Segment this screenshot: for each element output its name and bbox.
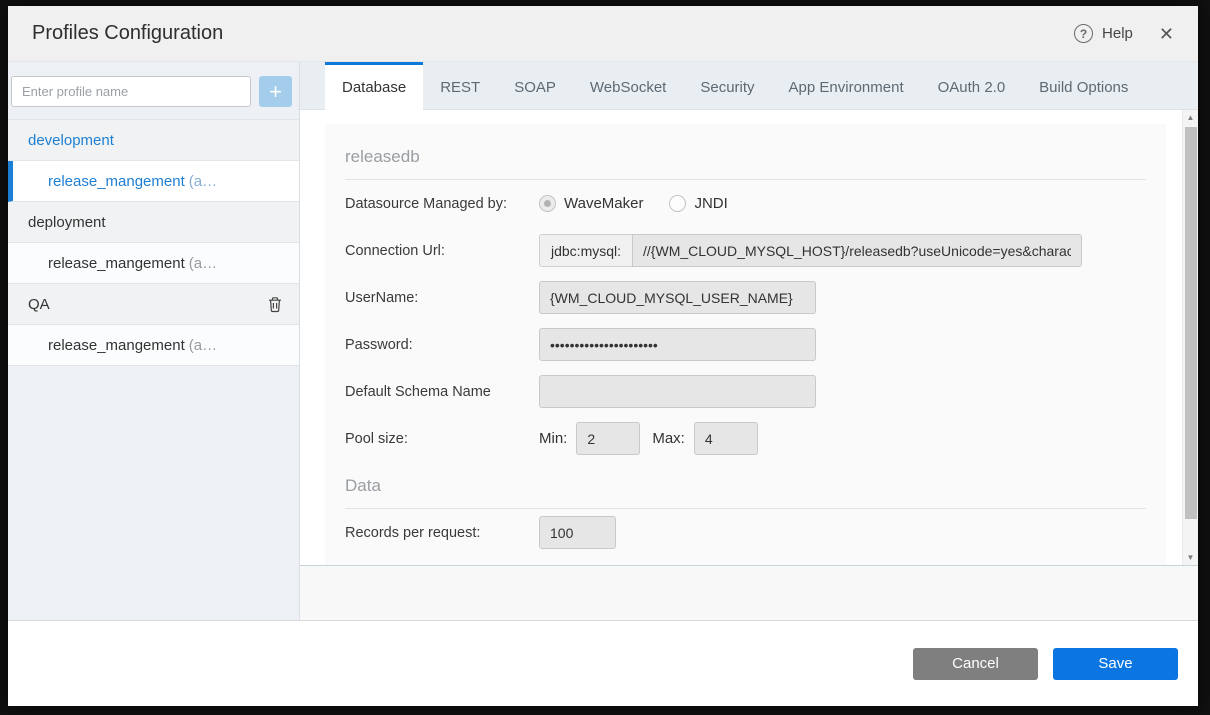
datasource-row: Datasource Managed by: WaveMaker JNDI xyxy=(325,180,1166,227)
dialog-title: Profiles Configuration xyxy=(32,22,223,45)
pool-min-input[interactable] xyxy=(576,422,640,455)
username-row: UserName: xyxy=(325,274,1166,321)
connection-url-row: Connection Url: jdbc:mysql: xyxy=(325,227,1166,274)
tab-security[interactable]: Security xyxy=(683,62,771,109)
help-icon[interactable]: ? xyxy=(1074,24,1093,43)
profile-add-row: + xyxy=(8,62,299,119)
pool-min-label: Min: xyxy=(539,430,567,447)
scroll-content: releasedb Datasource Managed by: WaveMak… xyxy=(300,110,1182,565)
config-tabbar: Database REST SOAP WebSocket Security Ap… xyxy=(300,62,1198,110)
dialog-header: Profiles Configuration ? Help ✕ xyxy=(8,6,1198,62)
password-label: Password: xyxy=(345,337,539,353)
profile-group-label: QA xyxy=(28,296,50,313)
tab-footer-spacer xyxy=(300,566,1198,620)
connection-url-input[interactable] xyxy=(632,234,1082,267)
radio-wavemaker-label: WaveMaker xyxy=(564,195,643,212)
pool-size-label: Pool size: xyxy=(345,431,539,447)
connection-url-label: Connection Url: xyxy=(345,243,539,259)
profile-item-suffix: (a… xyxy=(189,255,217,272)
radio-jndi[interactable] xyxy=(669,195,686,212)
sidebar-item-release-mangement-qa[interactable]: release_mangement (a… xyxy=(8,325,299,366)
profiles-sidebar: + development release_mangement (a… depl… xyxy=(8,62,300,620)
sidebar-item-deployment[interactable]: deployment xyxy=(8,202,299,243)
save-button[interactable]: Save xyxy=(1053,648,1178,680)
dialog-body: + development release_mangement (a… depl… xyxy=(8,62,1198,620)
sidebar-item-release-mangement-dev[interactable]: release_mangement (a… xyxy=(8,161,299,202)
close-icon[interactable]: ✕ xyxy=(1159,25,1174,43)
schema-row: Default Schema Name xyxy=(325,368,1166,415)
vertical-scrollbar[interactable]: ▲ ▼ xyxy=(1182,110,1198,565)
section-title-data: Data xyxy=(325,462,1166,508)
profile-group-label: development xyxy=(28,132,114,149)
profile-item-label: release_mangement xyxy=(48,255,185,272)
profile-group-label: deployment xyxy=(28,214,106,231)
password-row: Password: xyxy=(325,321,1166,368)
pool-size-row: Pool size: Min: Max: xyxy=(325,415,1166,462)
dialog-footer: Cancel Save xyxy=(8,620,1198,706)
datasource-label: Datasource Managed by: xyxy=(345,196,539,212)
scroll-down-icon[interactable]: ▼ xyxy=(1183,550,1198,565)
tab-oauth[interactable]: OAuth 2.0 xyxy=(921,62,1023,109)
profile-item-label: release_mangement xyxy=(48,337,185,354)
username-label: UserName: xyxy=(345,290,539,306)
add-profile-button[interactable]: + xyxy=(259,76,292,107)
tab-websocket[interactable]: WebSocket xyxy=(573,62,683,109)
database-tab-content: releasedb Datasource Managed by: WaveMak… xyxy=(300,110,1198,566)
sidebar-item-development[interactable]: development xyxy=(8,120,299,161)
pool-max-label: Max: xyxy=(652,430,685,447)
cancel-button[interactable]: Cancel xyxy=(913,648,1038,680)
section-title-releasedb: releasedb xyxy=(325,124,1166,179)
profile-item-suffix: (a… xyxy=(189,337,217,354)
main-panel: Database REST SOAP WebSocket Security Ap… xyxy=(300,62,1198,620)
delete-profile-button[interactable] xyxy=(267,296,283,313)
help-button[interactable]: Help xyxy=(1102,25,1133,42)
tab-build-options[interactable]: Build Options xyxy=(1022,62,1145,109)
tab-soap[interactable]: SOAP xyxy=(497,62,573,109)
username-input[interactable] xyxy=(539,281,816,314)
tab-app-environment[interactable]: App Environment xyxy=(772,62,921,109)
records-input[interactable] xyxy=(539,516,616,549)
profile-item-label: release_mangement xyxy=(48,173,185,190)
profiles-configuration-dialog: Profiles Configuration ? Help ✕ + develo… xyxy=(8,6,1198,706)
tab-rest[interactable]: REST xyxy=(423,62,497,109)
schema-input[interactable] xyxy=(539,375,816,408)
header-actions: ? Help ✕ xyxy=(1074,24,1174,43)
datasource-radio-group: WaveMaker JNDI xyxy=(539,195,746,212)
trash-icon xyxy=(267,296,283,313)
pool-max-input[interactable] xyxy=(694,422,758,455)
records-label: Records per request: xyxy=(345,525,539,541)
profile-name-input[interactable] xyxy=(11,76,251,107)
sidebar-item-release-mangement-deploy[interactable]: release_mangement (a… xyxy=(8,243,299,284)
profiles-list: development release_mangement (a… deploy… xyxy=(8,119,299,366)
scroll-up-icon[interactable]: ▲ xyxy=(1183,110,1198,125)
connection-url-prefix: jdbc:mysql: xyxy=(539,234,632,267)
schema-label: Default Schema Name xyxy=(345,384,539,400)
password-input[interactable] xyxy=(539,328,816,361)
sidebar-item-qa[interactable]: QA xyxy=(8,284,299,325)
radio-jndi-label: JNDI xyxy=(694,195,727,212)
profile-item-suffix: (a… xyxy=(189,173,217,190)
tab-database[interactable]: Database xyxy=(325,62,423,110)
records-row: Records per request: xyxy=(325,509,1166,556)
database-form-panel: releasedb Datasource Managed by: WaveMak… xyxy=(325,124,1166,565)
scrollbar-thumb[interactable] xyxy=(1185,127,1197,519)
radio-wavemaker[interactable] xyxy=(539,195,556,212)
